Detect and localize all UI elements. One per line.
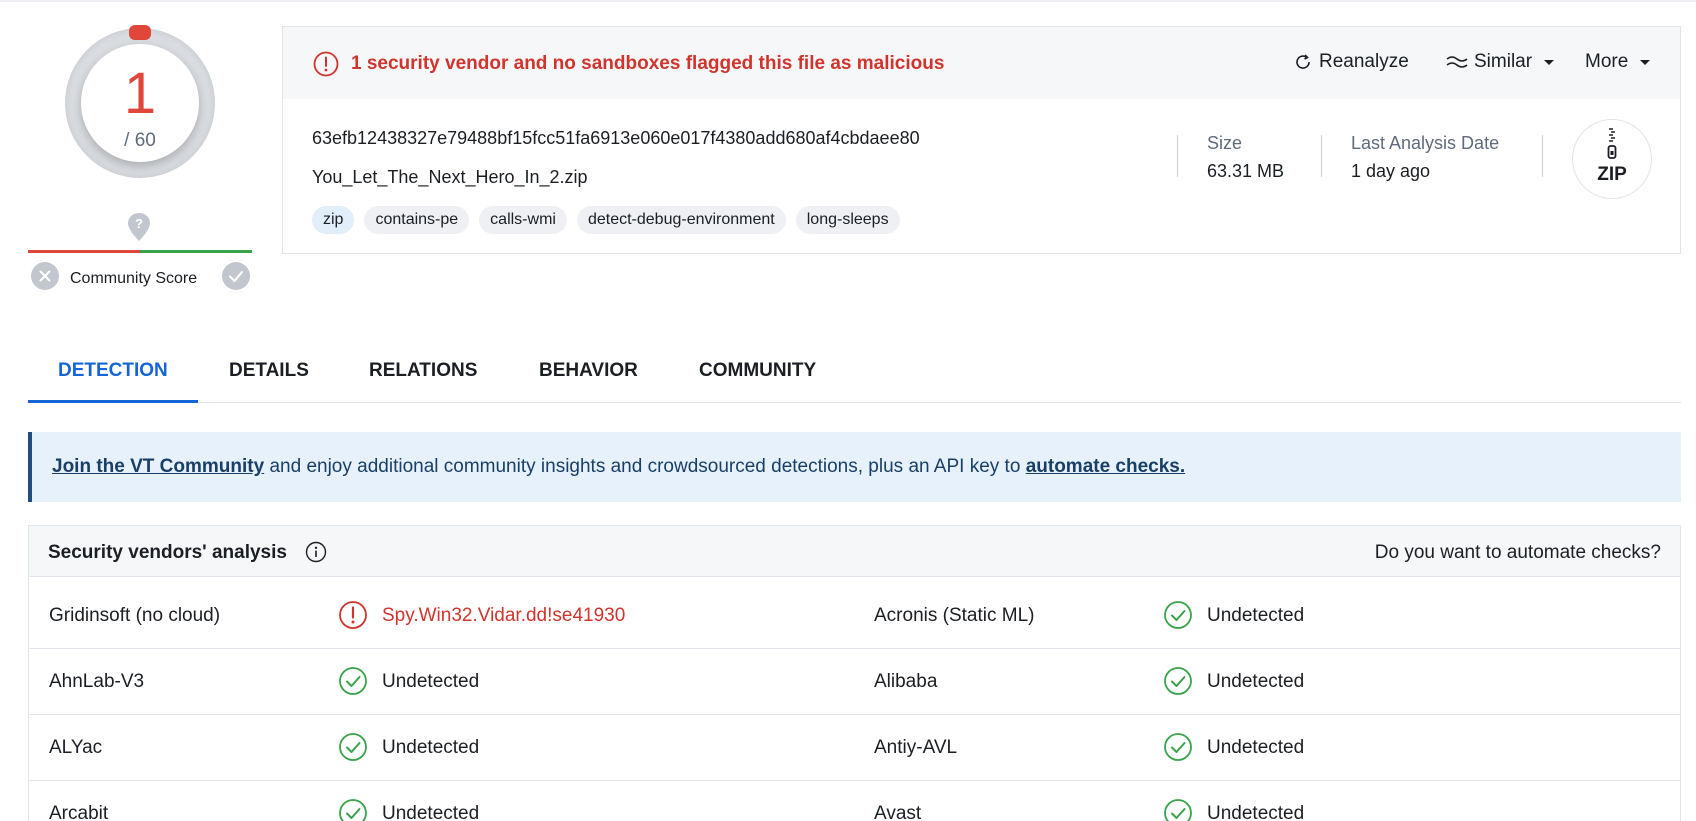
check-circle-icon: [1163, 732, 1193, 762]
engine-total: / 60: [124, 130, 156, 151]
summary-header: 1 security vendor and no sandboxes flagg…: [283, 27, 1680, 99]
vendor-result[interactable]: Spy.Win32.Vidar.dd!se41930: [382, 605, 625, 627]
detection-score-gauge: 1 / 60: [65, 25, 215, 178]
gauge-indicator: [129, 25, 151, 40]
tag-calls-wmi[interactable]: calls-wmi: [479, 206, 567, 234]
file-tags: zip contains-pe calls-wmi detect-debug-e…: [312, 206, 900, 234]
similar-label: Similar: [1474, 51, 1533, 72]
gauge-center: 1 / 60: [81, 44, 199, 162]
check-circle-icon: [1163, 600, 1193, 630]
alert-icon: [313, 51, 339, 77]
chevron-down-icon: [1544, 59, 1555, 65]
similar-dropdown[interactable]: Similar: [1446, 51, 1555, 73]
tag-contains-pe[interactable]: contains-pe: [364, 206, 470, 234]
zipper-icon: [1607, 128, 1617, 159]
check-circle-icon: [338, 732, 368, 762]
check-circle-icon: [338, 798, 368, 821]
reanalyze-button[interactable]: Reanalyze: [1293, 51, 1409, 73]
alert-icon: [338, 600, 368, 630]
vendor-rows: Gridinsoft (no cloud) Spy.Win32.Vidar.dd!…: [29, 583, 1680, 821]
vendor-name: Avast: [874, 803, 922, 821]
refresh-icon: [1296, 54, 1310, 69]
close-icon: [39, 270, 51, 282]
top-divider: [0, 0, 1696, 2]
tag-detect-debug-environment[interactable]: detect-debug-environment: [576, 206, 786, 234]
vendor-row: Arcabit Undetected Avast Undetected: [29, 781, 1680, 821]
vendor-name: Antiy-AVL: [874, 737, 958, 758]
vote-harmless-button[interactable]: [222, 262, 250, 290]
vote-malicious-button[interactable]: [31, 262, 59, 290]
vendor-result: Undetected: [1207, 803, 1305, 821]
question-pin-icon: ?: [128, 213, 150, 241]
tab-detection[interactable]: DETECTION: [58, 360, 168, 382]
community-bar-negative: [28, 250, 140, 253]
community-score-bar: [28, 250, 252, 253]
community-score-label: Community Score: [70, 270, 198, 287]
vendor-name: Acronis (Static ML): [874, 605, 1035, 626]
vendor-name: Arcabit: [49, 803, 109, 821]
vendor-result: Undetected: [382, 803, 480, 821]
vendors-analysis-panel: Security vendors' analysis Do you want t…: [28, 525, 1681, 821]
tag-zip[interactable]: zip: [312, 206, 355, 234]
join-community-link[interactable]: Join the VT Community: [52, 456, 264, 477]
vendor-row: AhnLab-V3 Undetected Alibaba Undetected: [29, 649, 1680, 715]
check-icon: [229, 271, 243, 283]
more-dropdown[interactable]: More: [1585, 51, 1651, 73]
chevron-down-icon: [1640, 59, 1651, 65]
tag-long-sleeps[interactable]: long-sleeps: [795, 206, 900, 234]
vendor-name: Gridinsoft (no cloud): [49, 605, 221, 626]
file-hash[interactable]: 63efb12438327e79488bf15fcc51fa6913e060e0…: [312, 128, 920, 149]
vendor-result: Undetected: [1207, 737, 1305, 758]
vendors-title: Security vendors' analysis: [48, 542, 287, 563]
more-label: More: [1585, 51, 1629, 72]
check-circle-icon: [338, 666, 368, 696]
detection-count: 1: [123, 61, 157, 126]
community-bar-positive: [140, 250, 252, 253]
vendor-result: Undetected: [1207, 605, 1305, 626]
banner-text: Join the VT Community and enjoy addition…: [52, 456, 1185, 478]
meta-divider: [1321, 135, 1322, 177]
svg-text:?: ?: [135, 216, 143, 231]
file-name: You_Let_The_Next_Hero_In_2.zip: [312, 167, 588, 187]
meta-divider: [1542, 135, 1543, 177]
check-circle-icon: [1163, 798, 1193, 821]
tab-relations[interactable]: RELATIONS: [369, 360, 477, 382]
last-analysis-label: Last Analysis Date: [1351, 133, 1500, 153]
info-icon[interactable]: [305, 541, 327, 563]
community-banner: Join the VT Community and enjoy addition…: [28, 432, 1681, 502]
vendor-name: AhnLab-V3: [49, 671, 145, 692]
check-circle-icon: [1163, 666, 1193, 696]
vendor-row: ALYac Undetected Antiy-AVL Undetected: [29, 715, 1680, 781]
vendors-header: Security vendors' analysis Do you want t…: [29, 526, 1680, 577]
vendor-name: Alibaba: [874, 671, 938, 692]
vendor-result: Undetected: [382, 671, 480, 692]
automate-checks-link[interactable]: automate checks.: [1026, 456, 1185, 477]
tab-details[interactable]: DETAILS: [229, 360, 309, 382]
vendor-result: Undetected: [382, 737, 480, 758]
file-type-badge: ZIP: [1572, 119, 1652, 199]
tab-community[interactable]: COMMUNITY: [699, 360, 816, 382]
file-summary-card: 1 security vendor and no sandboxes flagg…: [282, 26, 1681, 254]
vendor-result: Undetected: [1207, 671, 1305, 692]
tab-behavior[interactable]: BEHAVIOR: [539, 360, 638, 382]
last-analysis-value: 1 day ago: [1351, 161, 1431, 181]
detection-alert-text: 1 security vendor and no sandboxes flagg…: [351, 53, 945, 74]
similar-icon: [1446, 56, 1468, 68]
banner-body: and enjoy additional community insights …: [264, 456, 1026, 477]
size-label: Size: [1207, 133, 1243, 153]
section-tabs: DETECTION DETAILS RELATIONS BEHAVIOR COM…: [28, 350, 1681, 403]
reanalyze-label: Reanalyze: [1319, 51, 1409, 72]
active-tab-indicator: [28, 400, 198, 403]
vendor-row: Gridinsoft (no cloud) Spy.Win32.Vidar.dd!…: [29, 583, 1680, 649]
file-type-label: ZIP: [1597, 164, 1627, 185]
size-value: 63.31 MB: [1207, 161, 1285, 181]
vendor-name: ALYac: [49, 737, 103, 758]
automate-checks-prompt[interactable]: Do you want to automate checks?: [1375, 542, 1661, 564]
meta-divider: [1177, 135, 1178, 177]
